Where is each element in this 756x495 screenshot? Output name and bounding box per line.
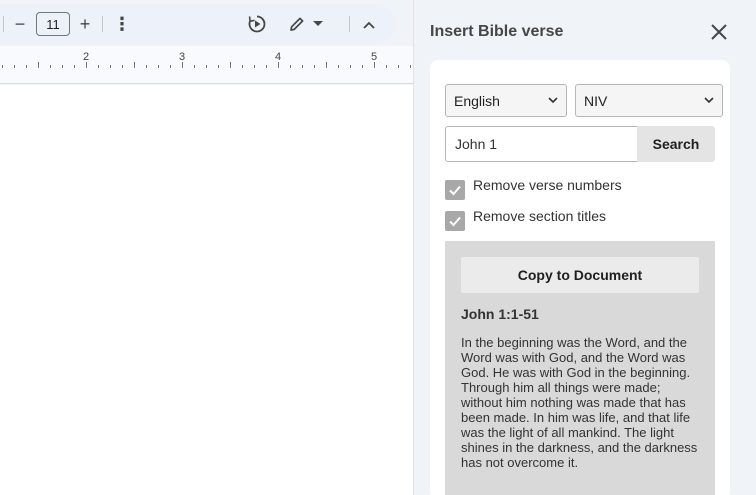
voice-play-button[interactable] bbox=[246, 13, 268, 35]
ruler-tick bbox=[242, 65, 243, 68]
close-panel-button[interactable] bbox=[707, 20, 731, 44]
ruler-tick bbox=[122, 65, 123, 68]
font-size-field[interactable]: 11 bbox=[36, 12, 70, 36]
remove-verse-numbers-label: Remove verse numbers bbox=[473, 177, 622, 193]
ruler-tick bbox=[338, 65, 339, 68]
ruler-tick bbox=[362, 65, 363, 68]
check-icon bbox=[449, 216, 461, 227]
ruler-tick bbox=[206, 65, 207, 68]
more-vert-icon: ⋮ bbox=[113, 13, 131, 34]
ruler-tick bbox=[26, 65, 27, 68]
verse-text: In the beginning was the Word, and the W… bbox=[461, 335, 698, 470]
language-select-value: English bbox=[454, 92, 500, 109]
ruler-tick bbox=[182, 62, 183, 68]
ruler-tick bbox=[14, 65, 15, 68]
ruler-tick bbox=[266, 65, 267, 68]
ruler-tick bbox=[374, 62, 375, 68]
voice-play-icon bbox=[248, 15, 266, 33]
version-select[interactable]: NIV bbox=[575, 84, 723, 117]
version-select-value: NIV bbox=[584, 92, 608, 109]
ruler-tick bbox=[302, 65, 303, 68]
ruler-tick bbox=[86, 62, 87, 68]
increase-font-size-button[interactable]: + bbox=[75, 14, 95, 34]
minus-icon: − bbox=[14, 13, 26, 34]
ruler-tick bbox=[194, 65, 195, 68]
editing-mode-dropdown[interactable] bbox=[312, 18, 324, 30]
ruler-tick bbox=[230, 62, 231, 68]
language-select[interactable]: English bbox=[445, 84, 567, 117]
ruler-tick bbox=[398, 65, 399, 68]
chevron-down-icon bbox=[548, 97, 558, 104]
ruler-tick bbox=[98, 65, 99, 68]
bible-verse-panel: Insert Bible verse English NIV John 1 Se… bbox=[413, 0, 756, 495]
ruler-tick bbox=[62, 65, 63, 68]
document-page[interactable] bbox=[0, 85, 413, 495]
remove-section-titles-label: Remove section titles bbox=[473, 208, 607, 224]
verse-result-box: Copy to Document John 1:1-51 In the begi… bbox=[445, 241, 715, 495]
panel-title: Insert Bible verse bbox=[430, 23, 564, 40]
search-button[interactable]: Search bbox=[637, 126, 715, 162]
ruler-tick bbox=[290, 65, 291, 68]
close-icon bbox=[711, 24, 727, 40]
copy-to-document-button[interactable]: Copy to Document bbox=[461, 257, 699, 293]
toolbar-separator bbox=[102, 16, 103, 32]
pen-edit-icon bbox=[290, 17, 304, 31]
chevron-down-icon bbox=[704, 97, 714, 104]
remove-verse-numbers-option[interactable]: Remove verse numbers bbox=[445, 177, 622, 200]
toolbar-separator bbox=[3, 16, 4, 32]
horizontal-ruler[interactable]: 2 3 4 5 bbox=[0, 46, 413, 84]
ruler-tick bbox=[350, 65, 351, 68]
ruler-tick bbox=[110, 65, 111, 68]
verse-search-input[interactable]: John 1 bbox=[445, 126, 638, 162]
ruler-tick bbox=[410, 65, 411, 68]
ruler-tick bbox=[314, 65, 315, 68]
remove-section-titles-option[interactable]: Remove section titles bbox=[445, 208, 606, 231]
more-options-button[interactable]: ⋮ bbox=[112, 14, 132, 34]
ruler-tick bbox=[170, 65, 171, 68]
plus-icon: + bbox=[79, 13, 91, 34]
ruler-tick bbox=[326, 62, 327, 68]
verse-reference: John 1:1-51 bbox=[461, 306, 539, 322]
remove-verse-numbers-checkbox[interactable] bbox=[445, 180, 465, 200]
chevron-up-icon bbox=[363, 21, 375, 29]
caret-down-icon bbox=[313, 21, 323, 26]
ruler-tick bbox=[254, 65, 255, 68]
toolbar-separator bbox=[349, 16, 350, 32]
ruler-tick bbox=[2, 65, 3, 68]
hide-menus-button[interactable] bbox=[358, 14, 380, 36]
ruler-tick bbox=[158, 65, 159, 68]
ruler-tick bbox=[50, 65, 51, 68]
check-icon bbox=[449, 185, 461, 196]
ruler-tick bbox=[218, 65, 219, 68]
ruler-tick bbox=[74, 65, 75, 68]
editing-mode-button[interactable] bbox=[286, 13, 308, 35]
ruler-tick bbox=[146, 65, 147, 68]
ruler-tick bbox=[38, 62, 39, 68]
ruler-tick bbox=[386, 65, 387, 68]
decrease-font-size-button[interactable]: − bbox=[10, 14, 30, 34]
panel-card: English NIV John 1 Search Remove verse n… bbox=[430, 60, 730, 495]
ruler-tick bbox=[278, 62, 279, 68]
ruler-tick bbox=[134, 62, 135, 68]
remove-section-titles-checkbox[interactable] bbox=[445, 211, 465, 231]
docs-toolbar: − 11 + ⋮ bbox=[0, 4, 396, 44]
